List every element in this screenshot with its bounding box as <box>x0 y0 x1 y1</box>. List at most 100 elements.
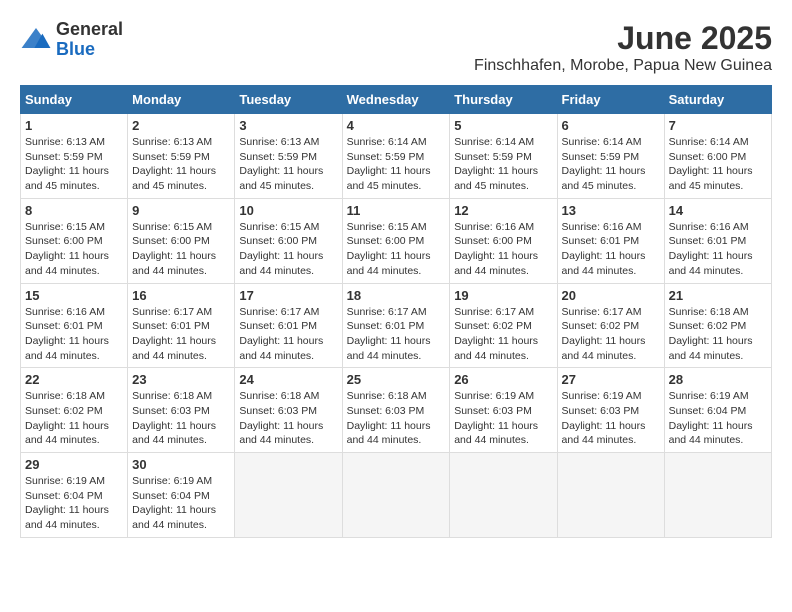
day-number: 8 <box>25 203 123 218</box>
table-row: 23 Sunrise: 6:18 AMSunset: 6:03 PMDaylig… <box>128 368 235 453</box>
day-number: 19 <box>454 288 552 303</box>
table-row: 30 Sunrise: 6:19 AMSunset: 6:04 PMDaylig… <box>128 453 235 538</box>
day-number: 30 <box>132 457 230 472</box>
day-number: 2 <box>132 118 230 133</box>
day-number: 18 <box>347 288 446 303</box>
table-row: 20 Sunrise: 6:17 AMSunset: 6:02 PMDaylig… <box>557 283 664 368</box>
table-row: 6 Sunrise: 6:14 AMSunset: 5:59 PMDayligh… <box>557 114 664 199</box>
day-number: 11 <box>347 203 446 218</box>
table-row: 18 Sunrise: 6:17 AMSunset: 6:01 PMDaylig… <box>342 283 450 368</box>
day-number: 29 <box>25 457 123 472</box>
table-row <box>235 453 342 538</box>
day-info: Sunrise: 6:16 AMSunset: 6:01 PMDaylight:… <box>669 221 753 277</box>
day-number: 10 <box>239 203 337 218</box>
day-info: Sunrise: 6:15 AMSunset: 6:00 PMDaylight:… <box>25 221 109 277</box>
table-row <box>557 453 664 538</box>
day-info: Sunrise: 6:15 AMSunset: 6:00 PMDaylight:… <box>347 221 431 277</box>
table-row: 7 Sunrise: 6:14 AMSunset: 6:00 PMDayligh… <box>664 114 771 199</box>
day-number: 1 <box>25 118 123 133</box>
day-info: Sunrise: 6:19 AMSunset: 6:04 PMDaylight:… <box>669 390 753 446</box>
logo: General Blue <box>20 20 123 60</box>
day-info: Sunrise: 6:18 AMSunset: 6:02 PMDaylight:… <box>669 306 753 362</box>
table-row: 10 Sunrise: 6:15 AMSunset: 6:00 PMDaylig… <box>235 198 342 283</box>
day-info: Sunrise: 6:15 AMSunset: 6:00 PMDaylight:… <box>132 221 216 277</box>
table-row: 29 Sunrise: 6:19 AMSunset: 6:04 PMDaylig… <box>21 453 128 538</box>
day-info: Sunrise: 6:19 AMSunset: 6:03 PMDaylight:… <box>454 390 538 446</box>
day-info: Sunrise: 6:14 AMSunset: 6:00 PMDaylight:… <box>669 136 753 192</box>
day-info: Sunrise: 6:17 AMSunset: 6:01 PMDaylight:… <box>347 306 431 362</box>
calendar-week-row: 1 Sunrise: 6:13 AMSunset: 5:59 PMDayligh… <box>21 114 772 199</box>
day-number: 6 <box>562 118 660 133</box>
day-number: 15 <box>25 288 123 303</box>
table-row: 17 Sunrise: 6:17 AMSunset: 6:01 PMDaylig… <box>235 283 342 368</box>
calendar-week-row: 15 Sunrise: 6:16 AMSunset: 6:01 PMDaylig… <box>21 283 772 368</box>
day-info: Sunrise: 6:13 AMSunset: 5:59 PMDaylight:… <box>25 136 109 192</box>
day-number: 20 <box>562 288 660 303</box>
day-info: Sunrise: 6:18 AMSunset: 6:03 PMDaylight:… <box>347 390 431 446</box>
calendar-week-row: 29 Sunrise: 6:19 AMSunset: 6:04 PMDaylig… <box>21 453 772 538</box>
day-info: Sunrise: 6:18 AMSunset: 6:03 PMDaylight:… <box>132 390 216 446</box>
day-info: Sunrise: 6:17 AMSunset: 6:02 PMDaylight:… <box>454 306 538 362</box>
day-number: 3 <box>239 118 337 133</box>
day-info: Sunrise: 6:18 AMSunset: 6:03 PMDaylight:… <box>239 390 323 446</box>
day-number: 14 <box>669 203 767 218</box>
page-header: General Blue June 2025 Finschhafen, Moro… <box>20 20 772 75</box>
table-row: 13 Sunrise: 6:16 AMSunset: 6:01 PMDaylig… <box>557 198 664 283</box>
logo-blue-text: Blue <box>56 40 123 60</box>
day-number: 4 <box>347 118 446 133</box>
day-number: 26 <box>454 372 552 387</box>
header-wednesday: Wednesday <box>342 86 450 114</box>
day-info: Sunrise: 6:19 AMSunset: 6:04 PMDaylight:… <box>25 475 109 531</box>
day-info: Sunrise: 6:14 AMSunset: 5:59 PMDaylight:… <box>562 136 646 192</box>
day-info: Sunrise: 6:17 AMSunset: 6:02 PMDaylight:… <box>562 306 646 362</box>
subtitle: Finschhafen, Morobe, Papua New Guinea <box>474 57 772 75</box>
day-info: Sunrise: 6:13 AMSunset: 5:59 PMDaylight:… <box>239 136 323 192</box>
day-info: Sunrise: 6:16 AMSunset: 6:00 PMDaylight:… <box>454 221 538 277</box>
day-info: Sunrise: 6:18 AMSunset: 6:02 PMDaylight:… <box>25 390 109 446</box>
day-number: 5 <box>454 118 552 133</box>
day-number: 27 <box>562 372 660 387</box>
header-thursday: Thursday <box>450 86 557 114</box>
title-area: June 2025 Finschhafen, Morobe, Papua New… <box>474 20 772 75</box>
table-row <box>450 453 557 538</box>
table-row: 4 Sunrise: 6:14 AMSunset: 5:59 PMDayligh… <box>342 114 450 199</box>
logo-icon <box>20 24 52 56</box>
table-row: 16 Sunrise: 6:17 AMSunset: 6:01 PMDaylig… <box>128 283 235 368</box>
table-row: 24 Sunrise: 6:18 AMSunset: 6:03 PMDaylig… <box>235 368 342 453</box>
table-row: 8 Sunrise: 6:15 AMSunset: 6:00 PMDayligh… <box>21 198 128 283</box>
table-row: 12 Sunrise: 6:16 AMSunset: 6:00 PMDaylig… <box>450 198 557 283</box>
day-number: 17 <box>239 288 337 303</box>
day-info: Sunrise: 6:14 AMSunset: 5:59 PMDaylight:… <box>454 136 538 192</box>
day-info: Sunrise: 6:14 AMSunset: 5:59 PMDaylight:… <box>347 136 431 192</box>
calendar-header-row: Sunday Monday Tuesday Wednesday Thursday… <box>21 86 772 114</box>
table-row: 26 Sunrise: 6:19 AMSunset: 6:03 PMDaylig… <box>450 368 557 453</box>
day-info: Sunrise: 6:17 AMSunset: 6:01 PMDaylight:… <box>239 306 323 362</box>
day-number: 12 <box>454 203 552 218</box>
table-row <box>342 453 450 538</box>
table-row: 14 Sunrise: 6:16 AMSunset: 6:01 PMDaylig… <box>664 198 771 283</box>
table-row: 15 Sunrise: 6:16 AMSunset: 6:01 PMDaylig… <box>21 283 128 368</box>
header-tuesday: Tuesday <box>235 86 342 114</box>
calendar-week-row: 8 Sunrise: 6:15 AMSunset: 6:00 PMDayligh… <box>21 198 772 283</box>
day-number: 13 <box>562 203 660 218</box>
day-number: 24 <box>239 372 337 387</box>
day-number: 16 <box>132 288 230 303</box>
table-row: 9 Sunrise: 6:15 AMSunset: 6:00 PMDayligh… <box>128 198 235 283</box>
calendar-table: Sunday Monday Tuesday Wednesday Thursday… <box>20 85 772 538</box>
day-number: 23 <box>132 372 230 387</box>
day-info: Sunrise: 6:19 AMSunset: 6:03 PMDaylight:… <box>562 390 646 446</box>
day-number: 22 <box>25 372 123 387</box>
day-info: Sunrise: 6:19 AMSunset: 6:04 PMDaylight:… <box>132 475 216 531</box>
table-row: 25 Sunrise: 6:18 AMSunset: 6:03 PMDaylig… <box>342 368 450 453</box>
day-number: 25 <box>347 372 446 387</box>
day-number: 9 <box>132 203 230 218</box>
day-number: 21 <box>669 288 767 303</box>
table-row: 2 Sunrise: 6:13 AMSunset: 5:59 PMDayligh… <box>128 114 235 199</box>
header-monday: Monday <box>128 86 235 114</box>
calendar-week-row: 22 Sunrise: 6:18 AMSunset: 6:02 PMDaylig… <box>21 368 772 453</box>
main-title: June 2025 <box>474 20 772 57</box>
day-info: Sunrise: 6:16 AMSunset: 6:01 PMDaylight:… <box>562 221 646 277</box>
table-row: 27 Sunrise: 6:19 AMSunset: 6:03 PMDaylig… <box>557 368 664 453</box>
table-row: 1 Sunrise: 6:13 AMSunset: 5:59 PMDayligh… <box>21 114 128 199</box>
day-info: Sunrise: 6:16 AMSunset: 6:01 PMDaylight:… <box>25 306 109 362</box>
